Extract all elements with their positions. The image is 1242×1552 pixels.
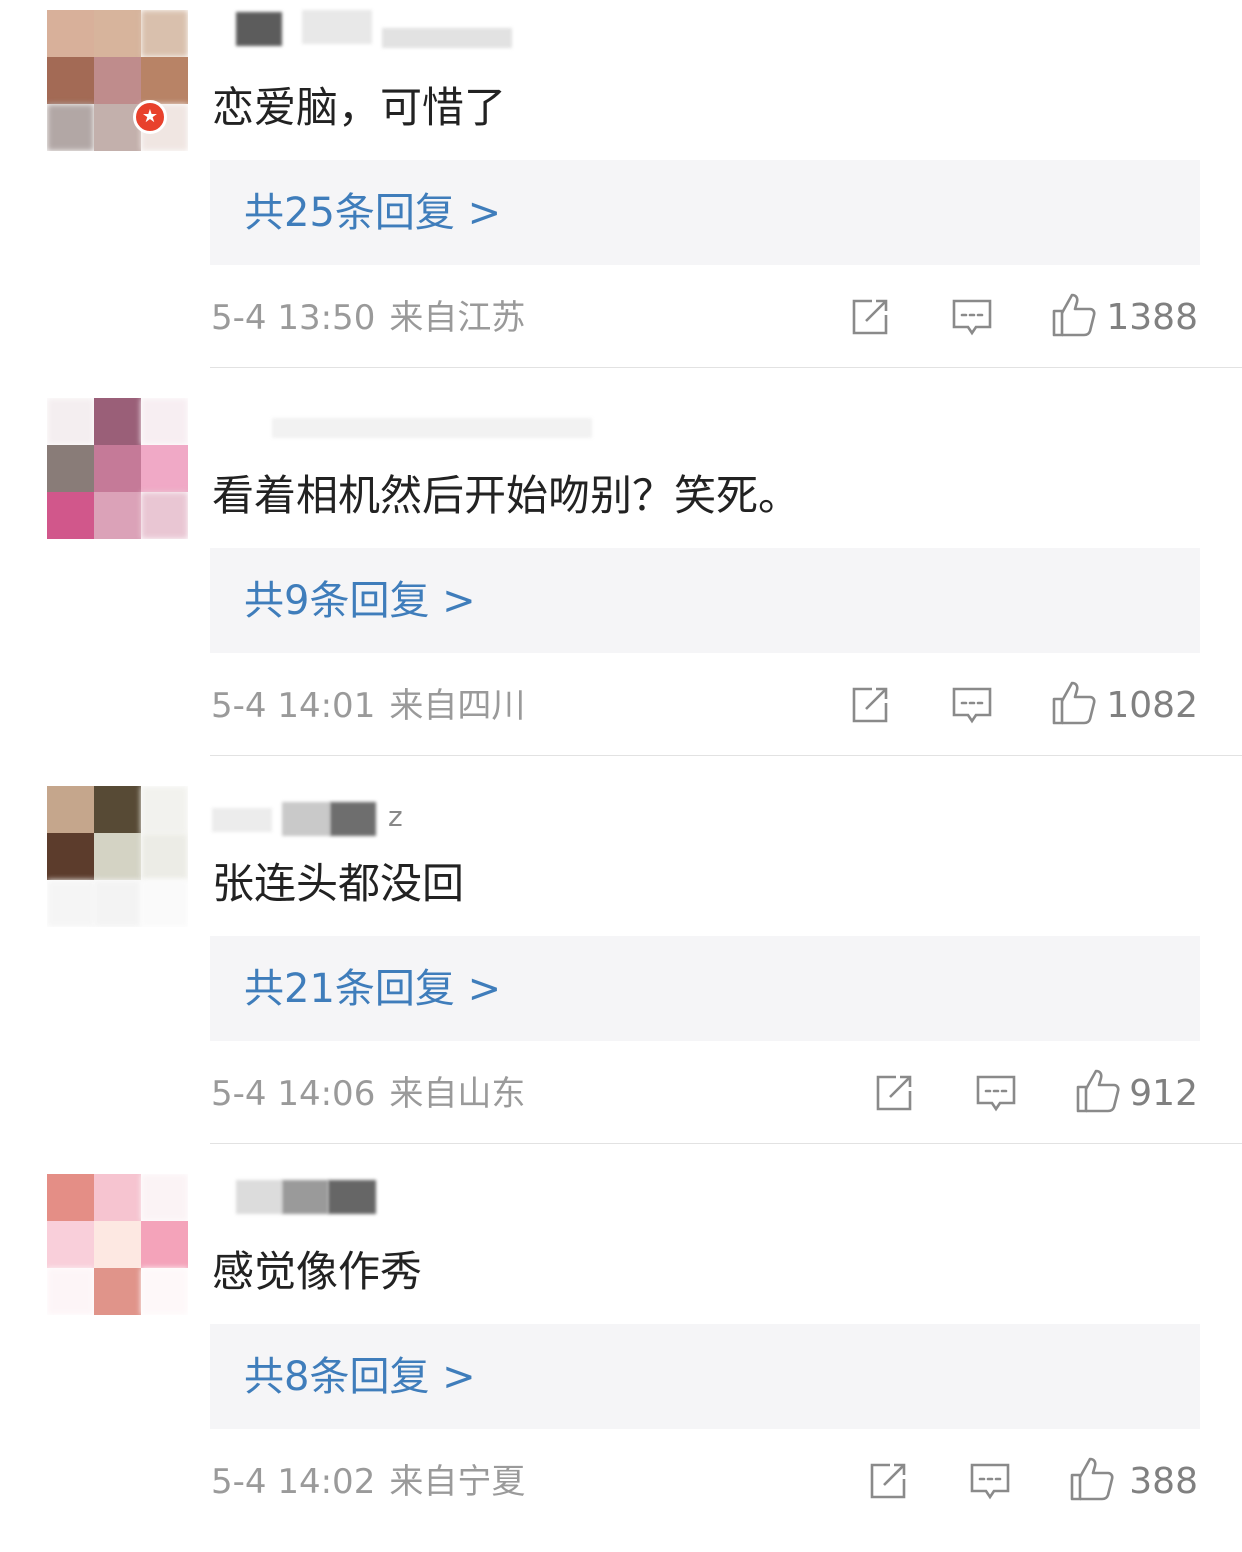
comment-location: 来自四川 — [389, 686, 526, 726]
thumbs-up-icon[interactable] — [1074, 1067, 1122, 1115]
thumbs-up-icon[interactable] — [1050, 291, 1098, 339]
like-count: 388 — [1129, 1461, 1198, 1502]
view-replies-link[interactable]: 共9条回复 > — [244, 576, 476, 626]
comment-meta: 5-4 13:50 来自江苏 — [211, 297, 525, 339]
avatar[interactable] — [47, 10, 188, 151]
comment-icon[interactable] — [968, 1459, 1012, 1503]
divider — [210, 1143, 1242, 1144]
username[interactable] — [212, 0, 512, 48]
avatar[interactable] — [47, 786, 188, 927]
thumbs-up-icon[interactable] — [1068, 1455, 1116, 1503]
divider — [210, 755, 1242, 756]
comment-time: 5-4 13:50 — [211, 298, 376, 338]
comment-location: 来自江苏 — [389, 298, 526, 338]
username[interactable]: z — [212, 776, 512, 836]
comment-icon[interactable] — [974, 1071, 1018, 1115]
comment-item: 看着相机然后开始吻别？笑死。 共9条回复 > 5-4 14:01 来自四川 108… — [0, 388, 1242, 776]
repost-icon[interactable] — [848, 295, 892, 339]
view-replies-link[interactable]: 共8条回复 > — [244, 1352, 476, 1402]
repost-icon[interactable] — [866, 1459, 910, 1503]
comment-text: 看着相机然后开始吻别？笑死。 — [212, 471, 801, 520]
avatar[interactable] — [47, 1174, 188, 1315]
comment-text: 感觉像作秀 — [212, 1247, 423, 1296]
replies-box[interactable]: 共21条回复 > — [210, 936, 1200, 1041]
repost-icon[interactable] — [872, 1071, 916, 1115]
comment-meta: 5-4 14:06 来自山东 — [211, 1073, 525, 1115]
avatar[interactable] — [47, 398, 188, 539]
comment-location: 来自宁夏 — [389, 1462, 526, 1502]
like-count: 1082 — [1106, 685, 1198, 726]
comment-icon[interactable] — [950, 295, 994, 339]
comment-item: ★ 恋爱脑，可惜了 共25条回复 > 5-4 13:50 来自江苏 1388 — [0, 0, 1242, 388]
username[interactable] — [212, 1164, 512, 1214]
username-suffix: z — [388, 800, 403, 833]
comment-icon[interactable] — [950, 683, 994, 727]
view-replies-link[interactable]: 共25条回复 > — [244, 188, 501, 238]
comment-text: 张连头都没回 — [212, 859, 465, 908]
comment-item: 感觉像作秀 共8条回复 > 5-4 14:02 来自宁夏 388 — [0, 1164, 1242, 1552]
comment-time: 5-4 14:01 — [211, 686, 376, 726]
comment-item: z 张连头都没回 共21条回复 > 5-4 14:06 来自山东 912 — [0, 776, 1242, 1164]
comment-meta: 5-4 14:02 来自宁夏 — [211, 1461, 525, 1503]
like-count: 912 — [1129, 1073, 1198, 1114]
divider — [210, 367, 1242, 368]
repost-icon[interactable] — [848, 683, 892, 727]
replies-box[interactable]: 共8条回复 > — [210, 1324, 1200, 1429]
view-replies-link[interactable]: 共21条回复 > — [244, 964, 501, 1014]
comment-text: 恋爱脑，可惜了 — [212, 83, 507, 132]
replies-box[interactable]: 共9条回复 > — [210, 548, 1200, 653]
username[interactable] — [212, 388, 592, 438]
like-count: 1388 — [1106, 297, 1198, 338]
verified-badge-icon: ★ — [133, 100, 167, 134]
comment-meta: 5-4 14:01 来自四川 — [211, 685, 525, 727]
thumbs-up-icon[interactable] — [1050, 679, 1098, 727]
comment-location: 来自山东 — [389, 1074, 526, 1114]
comment-time: 5-4 14:02 — [211, 1462, 376, 1502]
replies-box[interactable]: 共25条回复 > — [210, 160, 1200, 265]
comment-time: 5-4 14:06 — [211, 1074, 376, 1114]
